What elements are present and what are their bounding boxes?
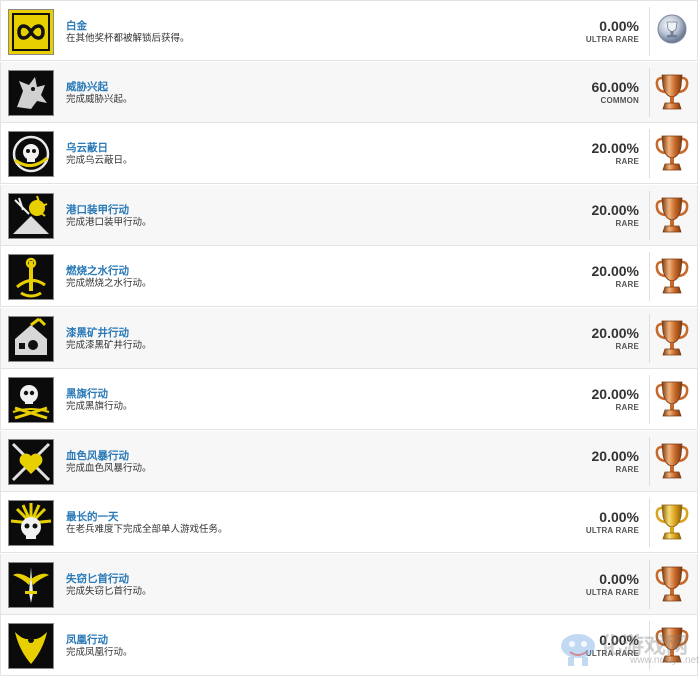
rarity-label: ULTRA RARE — [539, 649, 639, 658]
trophy-row[interactable]: 凤凰行动 完成凤凰行动。 0.00% ULTRA RARE — [0, 615, 698, 676]
bronze-trophy-icon — [655, 131, 689, 175]
rarity-text: COMMON — [600, 96, 639, 105]
rarity-text: ULTRA RARE — [585, 35, 639, 44]
column-divider — [649, 7, 650, 56]
rarity-label: RARE — [539, 465, 639, 474]
column-divider — [649, 252, 650, 301]
rarity-label: ULTRA RARE — [539, 35, 639, 44]
phoenix-icon — [8, 623, 54, 669]
column-divider — [649, 375, 650, 424]
bronze-trophy-icon — [655, 377, 689, 421]
bronze-trophy-icon — [655, 439, 689, 483]
rarity-text: ULTRA RARE — [585, 649, 639, 658]
gargoyle-icon — [8, 70, 54, 116]
winged-dagger-icon — [8, 562, 54, 608]
trophy-row[interactable]: 威胁兴起 完成威胁兴起。 60.00% COMMON — [0, 62, 698, 123]
trophy-percent: 20.00% — [591, 140, 639, 156]
skull-swirl-icon — [8, 131, 54, 177]
rarity-text: RARE — [615, 465, 639, 474]
rarity-label: ULTRA RARE — [539, 588, 639, 597]
crossed-swords-heart-icon — [8, 439, 54, 485]
bronze-trophy-icon — [655, 562, 689, 606]
trophy-description: 在老兵难度下完成全部单人游戏任务。 — [66, 524, 228, 535]
trophy-percent: 20.00% — [591, 386, 639, 402]
rarity-label: RARE — [539, 280, 639, 289]
trophy-description: 完成凤凰行动。 — [66, 647, 133, 658]
bronze-trophy-icon — [655, 316, 689, 360]
anchor-icon — [8, 254, 54, 300]
column-divider — [649, 129, 650, 178]
rarity-text: ULTRA RARE — [585, 526, 639, 535]
rarity-label: RARE — [539, 342, 639, 351]
gold-trophy-icon — [655, 500, 689, 544]
trophy-row[interactable]: 乌云蔽日 完成乌云蔽日。 20.00% RARE — [0, 123, 698, 184]
mine-house-icon — [8, 316, 54, 362]
harbor-blast-icon — [8, 193, 54, 239]
rarity-text: ULTRA RARE — [585, 588, 639, 597]
trophy-row[interactable]: 失窃匕首行动 完成失窃匕首行动。 0.00% ULTRA RARE — [0, 554, 698, 615]
trophy-row[interactable]: 黑旗行动 完成黑旗行动。 20.00% RARE — [0, 369, 698, 430]
rarity-label: RARE — [539, 403, 639, 412]
bronze-trophy-icon — [655, 193, 689, 237]
infinity-emblem-icon — [8, 9, 54, 55]
trophy-description: 完成燃烧之水行动。 — [66, 278, 152, 289]
trophy-percent: 0.00% — [599, 632, 639, 648]
jolly-roger-icon — [8, 377, 54, 423]
column-divider — [649, 498, 650, 547]
trophy-row[interactable]: 最长的一天 在老兵难度下完成全部单人游戏任务。 0.00% ULTRA RARE — [0, 492, 698, 553]
trophy-percent: 0.00% — [599, 571, 639, 587]
trophy-percent: 20.00% — [591, 263, 639, 279]
rarity-text: RARE — [615, 403, 639, 412]
column-divider — [649, 191, 650, 240]
rarity-text: RARE — [615, 280, 639, 289]
trophy-percent: 20.00% — [591, 325, 639, 341]
trophy-description: 完成失窃匕首行动。 — [66, 586, 152, 597]
rarity-label: RARE — [539, 219, 639, 228]
trophy-percent: 0.00% — [599, 509, 639, 525]
trophy-row[interactable]: 燃烧之水行动 完成燃烧之水行动。 20.00% RARE — [0, 246, 698, 307]
platinum-trophy-icon — [655, 9, 689, 53]
bronze-trophy-icon — [655, 70, 689, 114]
column-divider — [649, 621, 650, 670]
trophy-percent: 20.00% — [591, 448, 639, 464]
bronze-trophy-icon — [655, 623, 689, 667]
trophy-description: 完成黑旗行动。 — [66, 401, 133, 412]
trophy-row[interactable]: 白金 在其他奖杯都被解锁后获得。 0.00% ULTRA RARE — [0, 0, 698, 61]
trophy-description: 完成威胁兴起。 — [66, 94, 133, 105]
rarity-text: RARE — [615, 157, 639, 166]
rarity-label: RARE — [539, 157, 639, 166]
trophy-percent: 0.00% — [599, 18, 639, 34]
rarity-text: RARE — [615, 219, 639, 228]
column-divider — [649, 314, 650, 363]
sunburst-skull-icon — [8, 500, 54, 546]
trophy-description: 完成血色风暴行动。 — [66, 463, 152, 474]
rarity-text: RARE — [615, 342, 639, 351]
trophy-description: 完成乌云蔽日。 — [66, 155, 133, 166]
rarity-label: ULTRA RARE — [539, 526, 639, 535]
column-divider — [649, 68, 650, 117]
trophy-description: 完成漆黑矿井行动。 — [66, 340, 152, 351]
trophy-row[interactable]: 漆黑矿井行动 完成漆黑矿井行动。 20.00% RARE — [0, 308, 698, 369]
trophy-description: 完成港口装甲行动。 — [66, 217, 152, 228]
trophy-percent: 60.00% — [591, 79, 639, 95]
trophy-row[interactable]: 港口装甲行动 完成港口装甲行动。 20.00% RARE — [0, 185, 698, 246]
bronze-trophy-icon — [655, 254, 689, 298]
column-divider — [649, 437, 650, 486]
rarity-label: COMMON — [539, 96, 639, 105]
column-divider — [649, 560, 650, 609]
trophy-percent: 20.00% — [591, 202, 639, 218]
trophy-row[interactable]: 血色风暴行动 完成血色风暴行动。 20.00% RARE — [0, 431, 698, 492]
trophy-description: 在其他奖杯都被解锁后获得。 — [66, 33, 190, 44]
